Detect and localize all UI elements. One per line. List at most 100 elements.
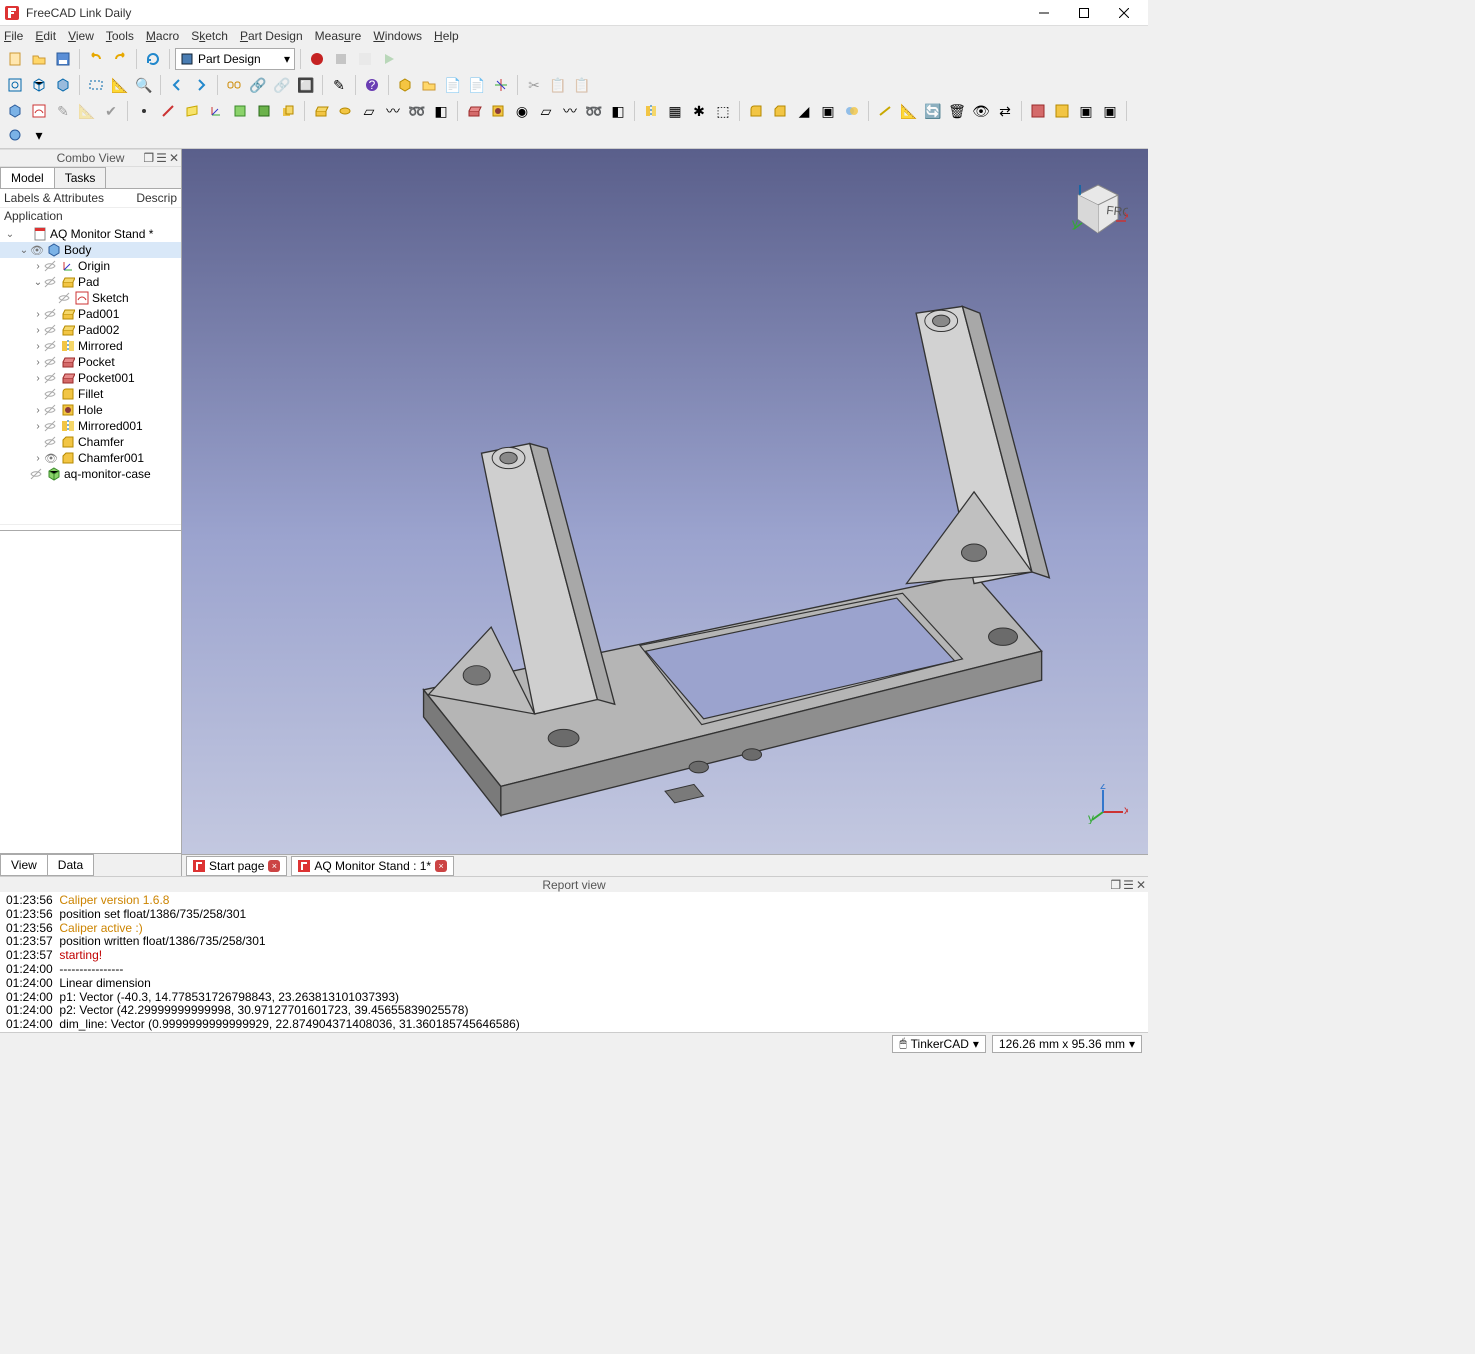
exp-tool4-icon[interactable]: ▣ [1099, 100, 1121, 122]
view-tab-doc[interactable]: AQ Monitor Stand : 1* × [291, 856, 454, 876]
multitran-icon[interactable]: ⬚ [712, 100, 734, 122]
fit-icon[interactable] [4, 74, 26, 96]
linkmake-icon[interactable]: 📄 [442, 74, 464, 96]
tree-toggle-icon[interactable]: › [32, 341, 44, 352]
macro-edit-icon[interactable] [354, 48, 376, 70]
tree-row[interactable]: ›👁Chamfer001 [0, 450, 181, 466]
tree-row[interactable]: ›Mirrored [0, 338, 181, 354]
paste-icon[interactable]: 📋 [571, 74, 593, 96]
visibility-icon[interactable] [44, 404, 58, 416]
meas-all-icon[interactable]: 👁 [970, 100, 992, 122]
undo-icon[interactable] [85, 48, 107, 70]
visibility-icon[interactable] [44, 388, 58, 400]
menu-macro[interactable]: Macro [146, 29, 179, 43]
sweep-sub-icon[interactable]: 〰 [559, 100, 581, 122]
help-icon[interactable]: ? [361, 74, 383, 96]
redo-icon[interactable] [109, 48, 131, 70]
menu-partdesign[interactable]: Part Design [240, 29, 303, 43]
sketch-map-icon[interactable]: 📐 [76, 100, 98, 122]
shapebinder-icon[interactable] [229, 100, 251, 122]
link-icon[interactable] [223, 74, 245, 96]
tree-toggle-icon[interactable]: › [32, 261, 44, 272]
3d-viewport[interactable]: FRONT x y x y z [182, 149, 1148, 854]
tree-row[interactable]: ›Pocket [0, 354, 181, 370]
pocket-icon[interactable] [463, 100, 485, 122]
iso-icon[interactable] [28, 74, 50, 96]
tree-toggle-icon[interactable]: › [32, 325, 44, 336]
visibility-icon[interactable] [44, 372, 58, 384]
panel-min-icon[interactable]: ☰ [156, 151, 167, 165]
drawstyle-icon[interactable] [52, 74, 74, 96]
pad-icon[interactable] [310, 100, 332, 122]
visibility-icon[interactable] [44, 276, 58, 288]
tree-toggle-icon[interactable]: ⌄ [18, 245, 30, 256]
mirror-icon[interactable] [640, 100, 662, 122]
fillet-icon[interactable] [745, 100, 767, 122]
datum-line-icon[interactable] [157, 100, 179, 122]
tree-toggle-icon[interactable]: › [32, 373, 44, 384]
panel-min-icon[interactable]: ☰ [1123, 878, 1134, 892]
back-icon[interactable] [166, 74, 188, 96]
tree-row[interactable]: ›Pad001 [0, 306, 181, 322]
menu-file[interactable]: File [4, 29, 23, 43]
maximize-button[interactable] [1064, 0, 1104, 26]
datum-cs-icon[interactable] [205, 100, 227, 122]
visibility-icon[interactable] [44, 420, 58, 432]
subshapebinder-icon[interactable] [253, 100, 275, 122]
draft-icon[interactable]: ◢ [793, 100, 815, 122]
menu-windows[interactable]: Windows [373, 29, 422, 43]
new-icon[interactable] [4, 48, 26, 70]
bbox-icon[interactable] [85, 74, 107, 96]
macro-record-icon[interactable] [306, 48, 328, 70]
tree-row[interactable]: ⌄AQ Monitor Stand * [0, 226, 181, 242]
prim-add-icon[interactable]: ◧ [430, 100, 452, 122]
chamfer-icon[interactable] [769, 100, 791, 122]
loft-sub-icon[interactable]: ▱ [535, 100, 557, 122]
visibility-icon[interactable] [58, 292, 72, 304]
tree-row[interactable]: ›Hole [0, 402, 181, 418]
model-tree[interactable]: ⌄AQ Monitor Stand *⌄👁Body›Origin⌄PadSket… [0, 224, 181, 524]
pencil-icon[interactable]: ✎ [328, 74, 350, 96]
dimension-readout[interactable]: 126.26 mm x 95.36 mm▾ [992, 1035, 1142, 1053]
open-icon[interactable] [28, 48, 50, 70]
meas-tog-icon[interactable]: ⇄ [994, 100, 1016, 122]
part-icon[interactable] [394, 74, 416, 96]
macro-play-icon[interactable] [378, 48, 400, 70]
linksub-icon[interactable]: 🔗 [247, 74, 269, 96]
close-icon[interactable]: × [435, 860, 447, 872]
tab-model[interactable]: Model [0, 167, 55, 188]
tree-row[interactable]: Fillet [0, 386, 181, 402]
exp-split-icon[interactable] [1027, 100, 1049, 122]
dropdown-icon[interactable]: ▾ [28, 124, 50, 146]
menu-help[interactable]: Help [434, 29, 459, 43]
clone-icon[interactable] [277, 100, 299, 122]
linpat-icon[interactable]: ▦ [664, 100, 686, 122]
sphere-icon[interactable] [4, 124, 26, 146]
refresh-icon[interactable] [142, 48, 164, 70]
datum-plane-icon[interactable] [181, 100, 203, 122]
sketch-new-icon[interactable] [28, 100, 50, 122]
tree-row[interactable]: ⌄👁Body [0, 242, 181, 258]
exp-comp-icon[interactable] [1051, 100, 1073, 122]
tree-toggle-icon[interactable]: › [32, 421, 44, 432]
helix-add-icon[interactable]: ➿ [406, 100, 428, 122]
proptab-view[interactable]: View [0, 854, 48, 876]
visibility-icon[interactable]: 👁 [30, 244, 44, 257]
panel-close-icon[interactable]: ✕ [1136, 878, 1146, 892]
menu-view[interactable]: View [68, 29, 94, 43]
nav-style[interactable]: 🖱TinkerCAD▾ [892, 1035, 985, 1053]
boolean-icon[interactable] [841, 100, 863, 122]
tree-row[interactable]: ›Mirrored001 [0, 418, 181, 434]
panel-float-icon[interactable]: ❐ [1110, 878, 1121, 892]
datum-icon[interactable] [490, 74, 512, 96]
linkgroup-icon[interactable]: 📄 [466, 74, 488, 96]
close-icon[interactable]: × [268, 860, 280, 872]
measure-icon[interactable]: 📐 [109, 74, 131, 96]
copy-icon[interactable]: 📋 [547, 74, 569, 96]
prim-sub-icon[interactable]: ◧ [607, 100, 629, 122]
meas-clr-icon[interactable]: 🗑 [946, 100, 968, 122]
hole-icon[interactable] [487, 100, 509, 122]
linkimp-icon[interactable]: 🔗 [271, 74, 293, 96]
tree-toggle-icon[interactable]: ⌄ [4, 229, 16, 240]
tab-tasks[interactable]: Tasks [54, 167, 107, 188]
